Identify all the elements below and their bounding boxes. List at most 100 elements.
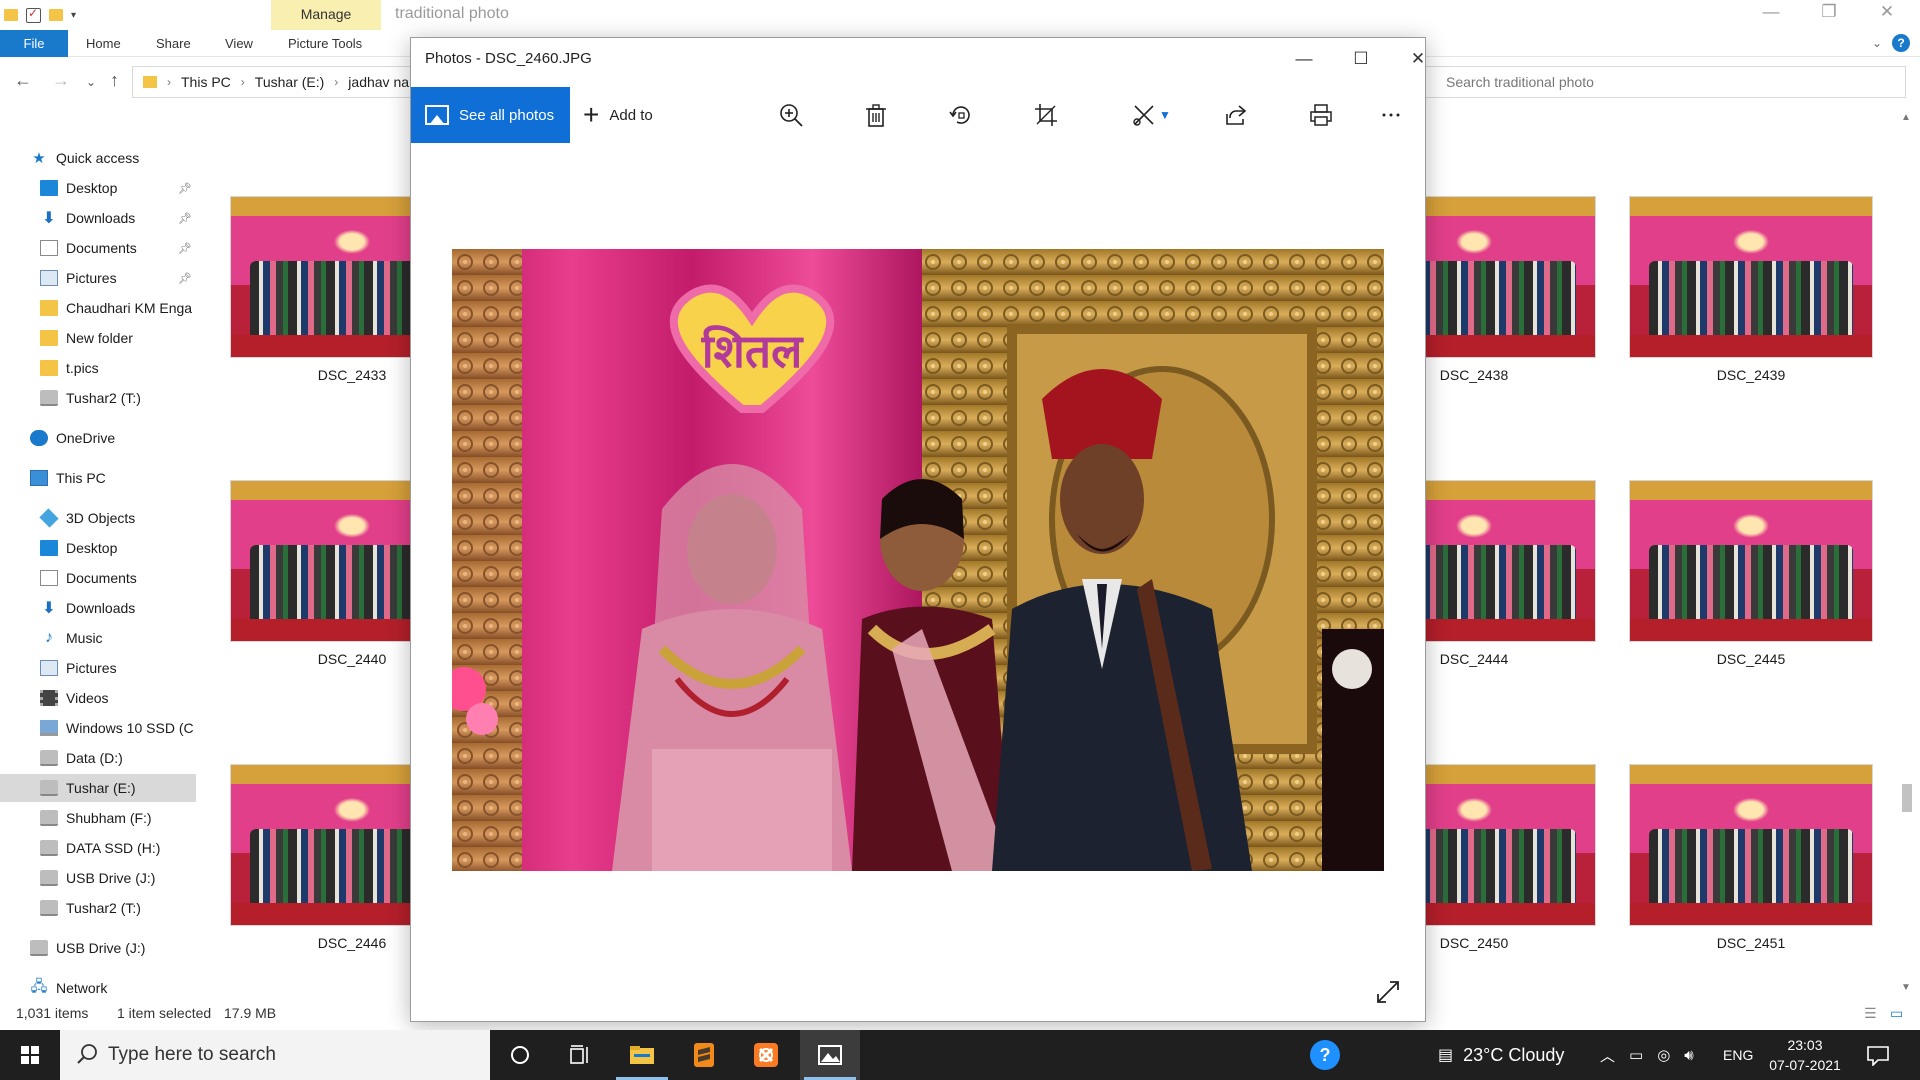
help-tray-icon[interactable]: ? <box>1310 1030 1340 1080</box>
nav-item-label: Downloads <box>66 210 136 226</box>
back-icon[interactable]: ← <box>14 70 32 91</box>
edit-and-create-button[interactable]: ▼ <box>1121 97 1181 133</box>
nav-item[interactable]: Tushar2 (T:) <box>0 384 196 412</box>
crop-icon[interactable] <box>1026 97 1066 133</box>
manage-contextual-tab[interactable]: Manage <box>271 0 381 30</box>
maximize-icon[interactable]: ☐ <box>1338 44 1384 74</box>
thumbnail-caption[interactable]: DSC_2439 <box>1629 367 1873 383</box>
nav-item[interactable]: Tushar2 (T:) <box>0 894 196 922</box>
photos-toolbar: See all photos + Add to ▼ <box>411 87 1425 143</box>
scroll-up-icon[interactable]: ▲ <box>1901 112 1911 123</box>
zoom-in-icon[interactable] <box>771 97 811 133</box>
tab-picture-tools[interactable]: Picture Tools <box>278 30 372 57</box>
nav-item[interactable]: Documents <box>0 564 196 592</box>
nav-item[interactable]: Desktop 📌︎ <box>0 174 196 202</box>
nav-item[interactable]: Pictures 📌︎ <box>0 264 196 292</box>
print-icon[interactable] <box>1301 97 1341 133</box>
nav-item[interactable]: Desktop <box>0 534 196 562</box>
nav-item[interactable]: Videos <box>0 684 196 712</box>
tab-home[interactable]: Home <box>76 30 131 57</box>
close-icon[interactable]: ✕ <box>1395 44 1441 74</box>
nav-item[interactable]: ⬇ Downloads 📌︎ <box>0 204 196 232</box>
nav-item[interactable]: Shubham (F:) <box>0 804 196 832</box>
delete-icon[interactable] <box>856 97 896 133</box>
nav-item-label: USB Drive (J:) <box>56 940 146 956</box>
sublime-text-icon[interactable] <box>674 1030 734 1080</box>
breadcrumb-tushar-e[interactable]: Tushar (E:) <box>255 74 325 90</box>
more-icon[interactable] <box>1371 97 1411 133</box>
properties-icon[interactable] <box>26 6 41 23</box>
close-icon[interactable]: ✕ <box>1864 2 1910 22</box>
large-icons-view-icon[interactable]: ▭ <box>1890 1005 1903 1022</box>
nav-item[interactable]: 3D Objects <box>0 504 196 532</box>
add-to-button[interactable]: + Add to <box>583 87 653 143</box>
network-globe-icon[interactable]: ◎ <box>1657 1046 1670 1064</box>
breadcrumb-jadhav[interactable]: jadhav na <box>348 74 409 90</box>
start-button[interactable] <box>10 1042 50 1068</box>
cortana-icon[interactable] <box>490 1030 550 1080</box>
nav-item[interactable]: Tushar (E:) <box>0 774 196 802</box>
details-view-icon[interactable]: ☰ <box>1864 1005 1877 1022</box>
clock-date: 07-07-2021 <box>1769 1057 1841 1073</box>
tab-view[interactable]: View <box>215 30 263 57</box>
breadcrumb-this-pc[interactable]: This PC <box>181 74 231 90</box>
notifications-icon[interactable] <box>1866 1030 1890 1080</box>
minimize-icon[interactable]: — <box>1748 2 1794 22</box>
nav-item[interactable]: New folder <box>0 324 196 352</box>
folder-icon <box>143 76 157 88</box>
help-icon[interactable]: ? <box>1892 34 1910 52</box>
thumbnail-caption[interactable]: DSC_2451 <box>1629 935 1873 951</box>
nav-item[interactable]: ★ Quick access <box>0 144 196 172</box>
name-sign-text: शितल <box>701 324 804 378</box>
photo-thumbnail[interactable] <box>1629 480 1873 642</box>
show-hidden-icons-chevron[interactable]: ︿ <box>1600 1045 1615 1066</box>
vertical-scrollbar[interactable]: ▲ ▼ <box>1898 110 1916 995</box>
task-view-icon[interactable] <box>550 1030 610 1080</box>
volume-icon[interactable]: 🔊︎ <box>1684 1047 1693 1064</box>
minimize-icon[interactable]: — <box>1281 44 1327 74</box>
up-icon[interactable]: ↑ <box>110 70 119 91</box>
nav-item[interactable]: OneDrive <box>0 424 196 452</box>
rotate-icon[interactable] <box>941 97 981 133</box>
nav-item[interactable]: Data (D:) <box>0 744 196 772</box>
share-icon[interactable] <box>1216 97 1256 133</box>
new-folder-icon[interactable] <box>49 9 63 21</box>
see-all-photos-button[interactable]: See all photos <box>411 87 570 143</box>
nav-item[interactable]: Pictures <box>0 654 196 682</box>
displayed-photo[interactable]: शितल <box>452 249 1384 871</box>
scroll-thumb[interactable] <box>1902 784 1912 812</box>
thumbnail-caption[interactable]: DSC_2445 <box>1629 651 1873 667</box>
weather-widget[interactable]: ▤ 23°C Cloudy <box>1438 1030 1564 1080</box>
nav-item[interactable]: t.pics <box>0 354 196 382</box>
file-explorer-taskbar-icon[interactable] <box>612 1030 672 1080</box>
customize-toolbar-icon[interactable]: ▾ <box>71 10 76 21</box>
forward-icon[interactable]: → <box>52 70 70 91</box>
search-input[interactable]: Search traditional photo <box>1410 66 1906 98</box>
drive-icon <box>40 900 58 916</box>
tab-share[interactable]: Share <box>146 30 201 57</box>
scroll-down-icon[interactable]: ▼ <box>1901 982 1911 993</box>
clock[interactable]: 23:03 07-07-2021 <box>1765 1030 1845 1080</box>
nav-item[interactable]: Documents 📌︎ <box>0 234 196 262</box>
expand-ribbon-icon[interactable]: ⌄ <box>1872 36 1882 50</box>
nav-item[interactable]: Chaudhari KM Enga <box>0 294 196 322</box>
xampp-icon[interactable] <box>736 1030 796 1080</box>
nav-item[interactable]: This PC <box>0 464 196 492</box>
nav-item[interactable]: ♪ Music <box>0 624 196 652</box>
photo-thumbnail[interactable] <box>1629 196 1873 358</box>
language-indicator[interactable]: ENG <box>1723 1030 1753 1080</box>
recent-locations-icon[interactable]: ⌄ <box>86 75 96 89</box>
nav-item[interactable]: DATA SSD (H:) <box>0 834 196 862</box>
photos-taskbar-icon[interactable] <box>800 1030 860 1080</box>
full-screen-icon[interactable] <box>1373 977 1403 1007</box>
restore-icon[interactable]: ❐ <box>1806 2 1852 22</box>
tab-file[interactable]: File <box>0 30 68 57</box>
nav-item[interactable]: 🖧︎ Network <box>0 974 196 1002</box>
nav-item[interactable]: ⬇ Downloads <box>0 594 196 622</box>
battery-icon[interactable]: ▭ <box>1629 1046 1643 1064</box>
taskbar-search-box[interactable]: Type here to search <box>60 1030 490 1080</box>
nav-item[interactable]: USB Drive (J:) <box>0 934 196 962</box>
photo-thumbnail[interactable] <box>1629 764 1873 926</box>
nav-item[interactable]: Windows 10 SSD (C <box>0 714 196 742</box>
nav-item[interactable]: USB Drive (J:) <box>0 864 196 892</box>
